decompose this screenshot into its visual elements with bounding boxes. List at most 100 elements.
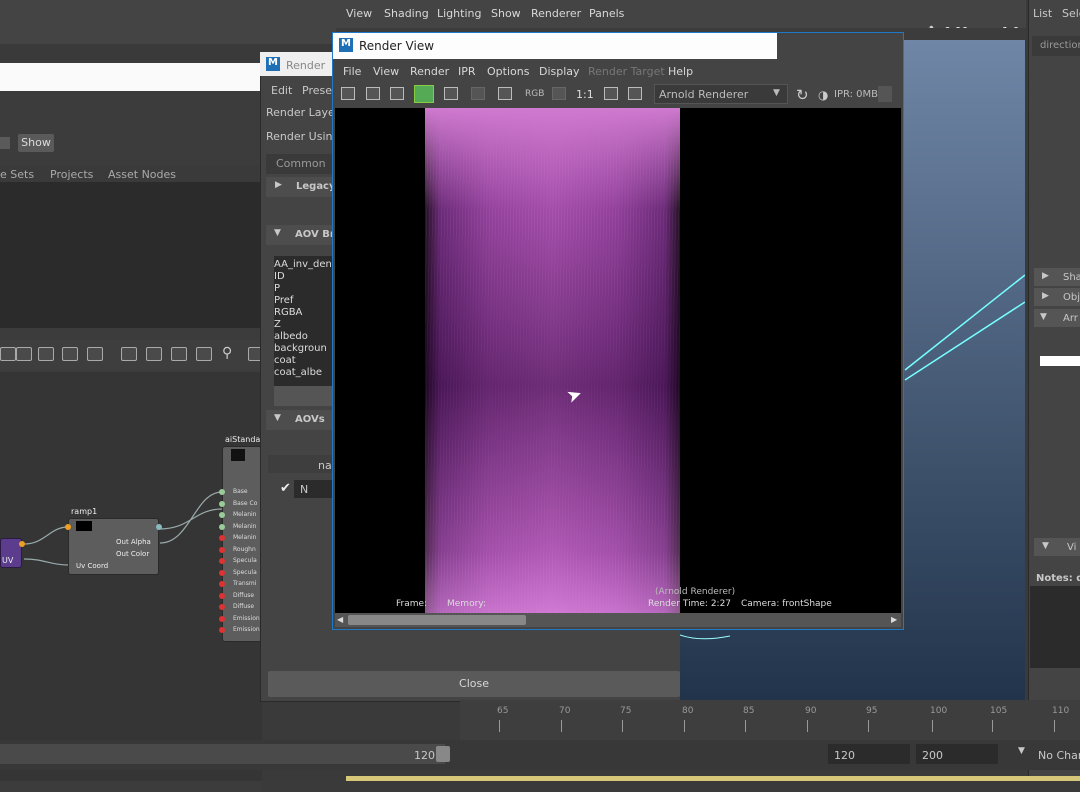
search-icon[interactable]: ⚲ [222, 345, 232, 361]
scrollbar-thumb[interactable] [348, 615, 526, 625]
shader-in-port[interactable] [219, 500, 225, 507]
layout-simple-icon[interactable] [121, 347, 137, 361]
aov-list-item[interactable]: Pref [274, 295, 334, 307]
shader-in-port[interactable] [219, 512, 225, 518]
shader-in-port[interactable] [219, 615, 225, 622]
search-field[interactable] [0, 63, 262, 91]
aov-browser-label: AOV Br [295, 229, 335, 240]
zoom-ratio[interactable]: 1:1 [576, 88, 594, 101]
keep-image-icon[interactable] [604, 87, 618, 100]
viewport-menu-shading[interactable]: Shading [384, 7, 429, 20]
scroll-right-icon[interactable]: ▶ [891, 615, 897, 624]
shader-in-port[interactable] [219, 627, 225, 633]
ipr-icon[interactable] [414, 85, 434, 103]
rv-menu-render[interactable]: Render [410, 65, 449, 78]
attr-field-value: direction [1040, 40, 1080, 51]
close-button[interactable]: Close [268, 671, 680, 697]
refresh-icon[interactable]: ↻ [796, 86, 809, 104]
clear-graph-icon[interactable] [87, 347, 103, 361]
alpha-channel-icon[interactable] [552, 87, 566, 100]
layout-custom-icon[interactable] [196, 347, 212, 361]
layout-full-icon[interactable] [171, 347, 187, 361]
notes-field[interactable] [1030, 586, 1080, 668]
viewport-menu-renderer[interactable]: Renderer [531, 7, 581, 20]
layout-connected-icon[interactable] [146, 347, 162, 361]
ramp-out-port[interactable] [156, 524, 162, 530]
range-slider[interactable] [0, 744, 445, 764]
range-handle[interactable] [436, 746, 450, 762]
shader-in-port[interactable] [219, 489, 225, 495]
aistandard-node[interactable] [222, 446, 262, 642]
viewport-menu-lighting[interactable]: Lighting [437, 7, 481, 20]
aov-list-item[interactable]: backgroun [274, 343, 334, 355]
output-connections-icon[interactable] [38, 347, 54, 361]
chevron-down-icon[interactable]: ▼ [1018, 746, 1025, 756]
timeline[interactable] [460, 700, 1080, 740]
shader-in-port[interactable] [219, 558, 225, 564]
shader-in-port[interactable] [219, 523, 225, 530]
viewport-menu-view[interactable]: View [346, 7, 372, 20]
render-region-icon[interactable] [366, 87, 380, 100]
aov-name-header-label: na [318, 459, 332, 472]
aov-list-item[interactable]: ID [274, 271, 334, 283]
shader-in-port[interactable] [219, 604, 225, 610]
shader-in-port[interactable] [219, 581, 225, 587]
aov-list[interactable]: AA_inv_den ID P Pref RGBA Zalbedo backgroun coa… [274, 256, 334, 386]
ramp-in-port[interactable] [65, 524, 71, 530]
aov-list-item[interactable]: coat_albe [274, 367, 334, 379]
aov-list-item[interactable]: Z [274, 319, 334, 331]
redo-render-icon[interactable] [341, 87, 355, 100]
rendered-hair-shade [425, 108, 680, 613]
attr-menu-list[interactable]: List [1033, 7, 1052, 20]
rs-menu-presets[interactable]: Prese [302, 84, 332, 97]
rv-menu-render-target[interactable]: Render Target [588, 65, 665, 78]
ramp-swatch [76, 521, 92, 531]
snapshot-icon[interactable] [390, 87, 404, 100]
attr-menu-select[interactable]: Sele [1062, 7, 1080, 20]
shader-attr-label: Melanin [233, 511, 257, 518]
rv-menu-display[interactable]: Display [539, 65, 580, 78]
rv-menu-ipr[interactable]: IPR [458, 65, 476, 78]
shader-in-port[interactable] [219, 535, 225, 541]
attr-slider[interactable] [1040, 356, 1080, 366]
aov-list-item[interactable]: AA_inv_den [274, 259, 334, 271]
tab-sets[interactable]: e Sets [0, 168, 34, 181]
render-status-line1: (Arnold Renderer) [655, 587, 736, 597]
stop-render-icon[interactable] [878, 86, 892, 102]
aov-list-item[interactable]: albedo [274, 331, 334, 343]
tab-asset-nodes[interactable]: Asset Nodes [108, 168, 176, 181]
timeline-tick [868, 720, 869, 732]
rv-menu-file[interactable]: File [343, 65, 361, 78]
input-connections-icon[interactable] [16, 347, 32, 361]
aov-list-item[interactable]: coat [274, 355, 334, 367]
rgb-channel-button[interactable]: RGB [525, 89, 544, 99]
viewport-menu-panels[interactable]: Panels [589, 7, 624, 20]
show-button[interactable]: Show [18, 134, 54, 152]
refresh-ipr-icon[interactable] [444, 87, 458, 100]
aov-list-item[interactable]: RGBA [274, 307, 334, 319]
aov-checkbox[interactable]: ✔ [280, 481, 291, 496]
tab-projects[interactable]: Projects [50, 168, 93, 181]
aov-list-item[interactable]: P [274, 283, 334, 295]
aovs-arrow-icon: ▼ [274, 413, 281, 423]
dropdown-button[interactable] [0, 137, 10, 149]
shader-in-port[interactable] [219, 592, 225, 599]
io-connections-icon[interactable] [62, 347, 78, 361]
aov-add-button[interactable] [274, 386, 334, 406]
display-settings-icon[interactable] [498, 87, 512, 100]
viewport-menu-show[interactable]: Show [491, 7, 521, 20]
rv-menu-help[interactable]: Help [668, 65, 693, 78]
remove-image-icon[interactable] [628, 87, 642, 100]
shader-in-port[interactable] [219, 569, 225, 576]
uv-out-port[interactable] [19, 541, 25, 547]
rv-menu-view[interactable]: View [373, 65, 399, 78]
render-image[interactable] [335, 108, 901, 613]
character-set[interactable]: No Chara [1038, 749, 1080, 762]
attr-section-object-label: Obj [1063, 292, 1080, 303]
rs-menu-edit[interactable]: Edit [271, 84, 292, 97]
graph-icon[interactable] [0, 347, 16, 361]
rv-menu-options[interactable]: Options [487, 65, 529, 78]
stop-ipr-icon[interactable] [471, 87, 485, 100]
scroll-left-icon[interactable]: ◀ [337, 615, 343, 624]
shader-in-port[interactable] [219, 546, 225, 553]
